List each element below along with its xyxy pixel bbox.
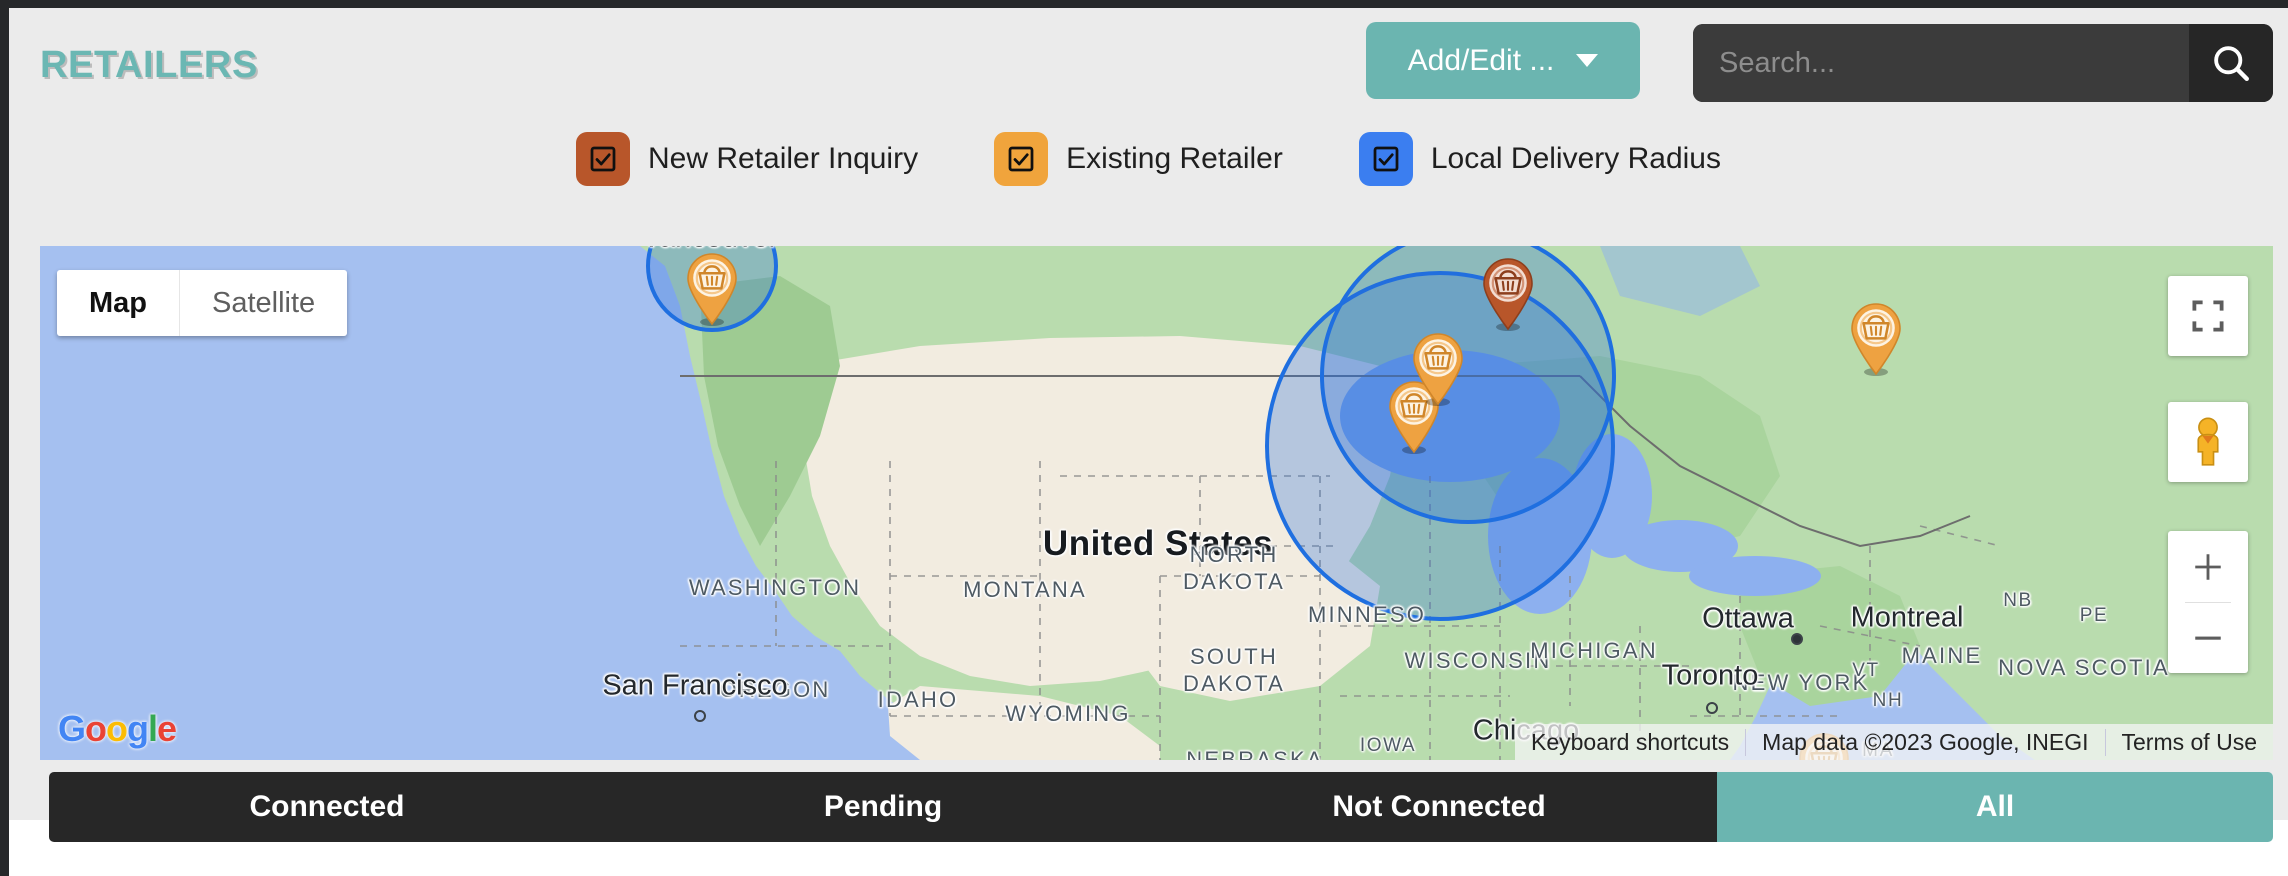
search-icon xyxy=(2214,46,2249,81)
legend-label-0: New Retailer Inquiry xyxy=(647,142,919,175)
search-input[interactable] xyxy=(1693,24,2189,102)
google-logo-letter: o xyxy=(85,708,107,749)
zoom-controls xyxy=(2168,531,2248,673)
legend-swatch-1 xyxy=(994,132,1049,186)
google-logo-letter: o xyxy=(106,708,128,749)
google-logo-letter: e xyxy=(157,708,177,749)
content-panel: RETAILERS Add/Edit ... New Retailer Inqu… xyxy=(9,8,2288,842)
add-edit-label: Add/Edit ... xyxy=(1407,43,1555,77)
chevron-down-icon xyxy=(1576,54,1599,67)
legend: New Retailer Inquiry Existing Retailer Loc… xyxy=(9,132,2288,186)
street-view-pegman-button[interactable] xyxy=(2168,402,2248,482)
pin-thunder-bay[interactable] xyxy=(1480,257,1536,331)
tab-connected[interactable]: Connected xyxy=(49,772,605,842)
google-logo: Google xyxy=(58,708,177,750)
google-logo-letter: G xyxy=(58,708,86,749)
retailer-pin-icon xyxy=(1413,333,1463,406)
terms-of-use-link[interactable]: Terms of Use xyxy=(2104,728,2273,756)
window-left-rail xyxy=(0,0,9,876)
map-type-satellite-button[interactable]: Satellite xyxy=(179,270,348,336)
minus-icon xyxy=(2195,636,2221,640)
legend-label-2: Local Delivery Radius xyxy=(1430,142,1721,175)
pin-montreal[interactable] xyxy=(1848,302,1904,376)
keyboard-shortcuts-link[interactable]: Keyboard shortcuts xyxy=(1515,729,1745,756)
checkbox-checked-icon xyxy=(1008,146,1034,172)
fullscreen-icon xyxy=(2192,300,2224,332)
google-logo-letter: l xyxy=(148,708,158,749)
pin-vancouver[interactable] xyxy=(684,252,740,326)
retailer-pin-icon xyxy=(687,253,737,326)
pin-duluth[interactable] xyxy=(1410,332,1466,406)
map-type-map-button[interactable]: Map xyxy=(57,270,179,336)
legend-swatch-2 xyxy=(1358,132,1413,186)
legend-item-1[interactable]: Existing Retailer xyxy=(994,132,1283,186)
fullscreen-button[interactable] xyxy=(2168,276,2248,356)
retailer-pin-icon xyxy=(1483,258,1533,331)
search-bar xyxy=(1693,24,2273,102)
legend-item-2[interactable]: Local Delivery Radius xyxy=(1358,132,1721,186)
retailer-pin-icon xyxy=(1851,303,1901,376)
retailers-page: RETAILERS Add/Edit ... New Retailer Inqu… xyxy=(0,0,2288,876)
zoom-out-button[interactable] xyxy=(2168,603,2248,673)
legend-item-0[interactable]: New Retailer Inquiry xyxy=(575,132,919,186)
search-button[interactable] xyxy=(2189,24,2273,102)
map-terrain xyxy=(370,246,2273,760)
tab-pending[interactable]: Pending xyxy=(605,772,1161,842)
zoom-in-button[interactable] xyxy=(2168,532,2248,602)
tab-not-connected[interactable]: Not Connected xyxy=(1161,772,1717,842)
map-attribution: Keyboard shortcuts Map data ©2023 Google… xyxy=(1514,724,2273,760)
map-data-attribution: Map data ©2023 Google, INEGI xyxy=(1745,728,2104,756)
window-top-edge xyxy=(0,0,2288,8)
checkbox-checked-icon xyxy=(1373,146,1399,172)
legend-swatch-0 xyxy=(575,132,630,186)
map-view[interactable]: United States WASHINGTON OREGON IDAHO MONTAN… xyxy=(40,246,2273,760)
add-edit-button[interactable]: Add/Edit ... xyxy=(1366,22,1640,99)
map-type-toggle: Map Satellite xyxy=(57,270,348,336)
status-filter-tabs: Connected Pending Not Connected All xyxy=(49,772,2273,842)
page-title: RETAILERS xyxy=(40,44,258,86)
tab-all[interactable]: All xyxy=(1717,772,2273,842)
google-logo-letter: g xyxy=(127,708,149,749)
street-view-pegman-icon xyxy=(2197,417,2219,466)
plus-icon xyxy=(2195,553,2221,580)
checkbox-checked-icon xyxy=(590,146,616,172)
legend-label-1: Existing Retailer xyxy=(1066,142,1283,175)
